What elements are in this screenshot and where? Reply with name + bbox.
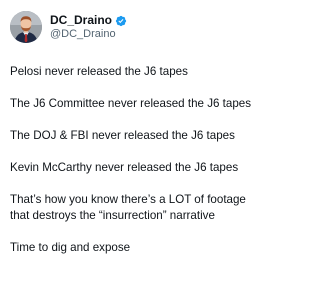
display-name-row: DC_Draino (50, 13, 127, 27)
author-info: DC_Draino @DC_Draino (50, 13, 127, 41)
avatar[interactable] (10, 11, 42, 43)
tweet-paragraph: Time to dig and expose (10, 241, 131, 254)
tweet-paragraph: Kevin McCarthy never released the J6 tap… (10, 161, 239, 174)
tweet-paragraph: The J6 Committee never released the J6 t… (10, 97, 252, 110)
tweet-card: DC_Draino @DC_Draino Pelosi never releas… (0, 0, 268, 300)
verified-badge-icon (115, 14, 127, 27)
avatar-image (10, 11, 42, 43)
author-handle[interactable]: @DC_Draino (50, 27, 127, 41)
tweet-paragraph: That’s how you know there’s a LOT of foo… (10, 193, 246, 222)
tweet-header: DC_Draino @DC_Draino (10, 10, 258, 44)
display-name[interactable]: DC_Draino (50, 13, 112, 27)
tweet-paragraph: Pelosi never released the J6 tapes (10, 65, 188, 78)
tweet-paragraph: The DOJ & FBI never released the J6 tape… (10, 129, 235, 142)
tweet-body: Pelosi never released the J6 tapes The J… (10, 64, 258, 256)
